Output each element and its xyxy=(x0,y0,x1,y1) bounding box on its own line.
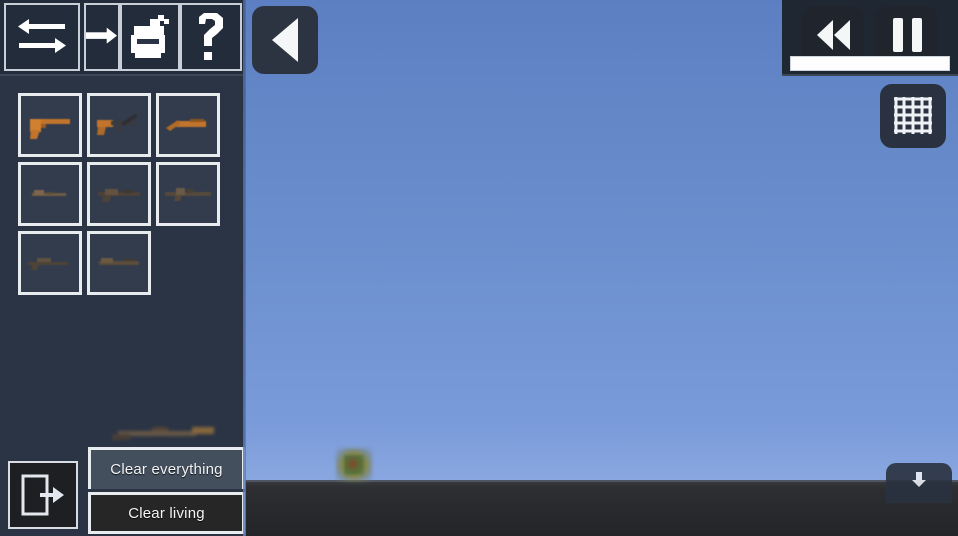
weapon-thumb-assault-rifle xyxy=(98,189,140,202)
exit-door-icon xyxy=(21,474,64,516)
spray-can-icon xyxy=(131,15,169,58)
rewind-icon xyxy=(816,20,850,50)
clear-living-label: Clear living xyxy=(128,504,205,522)
sidebar-toolbar xyxy=(0,0,245,76)
arrow-right-button[interactable] xyxy=(84,3,120,71)
weapon-thumb-rifle xyxy=(32,190,66,196)
weapon-slot-assault-rifle[interactable] xyxy=(87,162,151,226)
clear-everything-label: Clear everything xyxy=(110,461,223,478)
spawned-entity-core xyxy=(344,455,364,475)
weapon-thumb-sniper xyxy=(28,258,68,270)
triangle-left-icon xyxy=(272,18,298,62)
swap-arrows-icon xyxy=(18,19,66,53)
arrow-right-icon xyxy=(86,27,118,44)
clear-everything-button[interactable]: Clear everything xyxy=(88,447,245,489)
clear-living-button[interactable]: Clear living xyxy=(88,492,245,534)
grid-icon xyxy=(894,97,932,134)
download-icon xyxy=(912,472,926,487)
timeline-slider[interactable] xyxy=(790,56,950,71)
clear-actions: Clear everything Clear living xyxy=(88,447,245,534)
weapon-thumb-shotgun xyxy=(99,258,139,265)
weapon-slot-rifle[interactable] xyxy=(18,162,82,226)
weapon-thumb-sawed-off xyxy=(166,119,206,131)
weapon-thumb-machine-gun xyxy=(165,188,211,201)
spray-can-button[interactable] xyxy=(120,3,180,71)
weapon-thumb-smg xyxy=(97,114,138,135)
pause-icon xyxy=(892,18,922,52)
weapon-sidebar: Clear everything Clear living xyxy=(0,0,246,536)
weapon-slot-pistol[interactable] xyxy=(18,93,82,157)
download-button[interactable] xyxy=(886,463,952,503)
weapon-slot-sawed-off[interactable] xyxy=(156,93,220,157)
grid-toggle-button[interactable] xyxy=(880,84,946,148)
weapon-grid xyxy=(18,93,230,295)
swap-arrows-button[interactable] xyxy=(4,3,80,71)
question-mark-icon xyxy=(199,13,223,60)
back-button[interactable] xyxy=(252,6,318,74)
exit-button[interactable] xyxy=(8,461,78,529)
weapon-slot-shotgun[interactable] xyxy=(87,231,151,295)
weapon-slot-smg[interactable] xyxy=(87,93,151,157)
weapon-slot-machine-gun[interactable] xyxy=(156,162,220,226)
app-root: Clear everything Clear living xyxy=(0,0,958,536)
stray-weapon-sprite xyxy=(112,427,214,440)
weapon-thumb-pistol xyxy=(30,119,70,139)
sidebar-divider xyxy=(243,0,246,536)
weapon-slot-sniper[interactable] xyxy=(18,231,82,295)
help-button[interactable] xyxy=(180,3,242,71)
